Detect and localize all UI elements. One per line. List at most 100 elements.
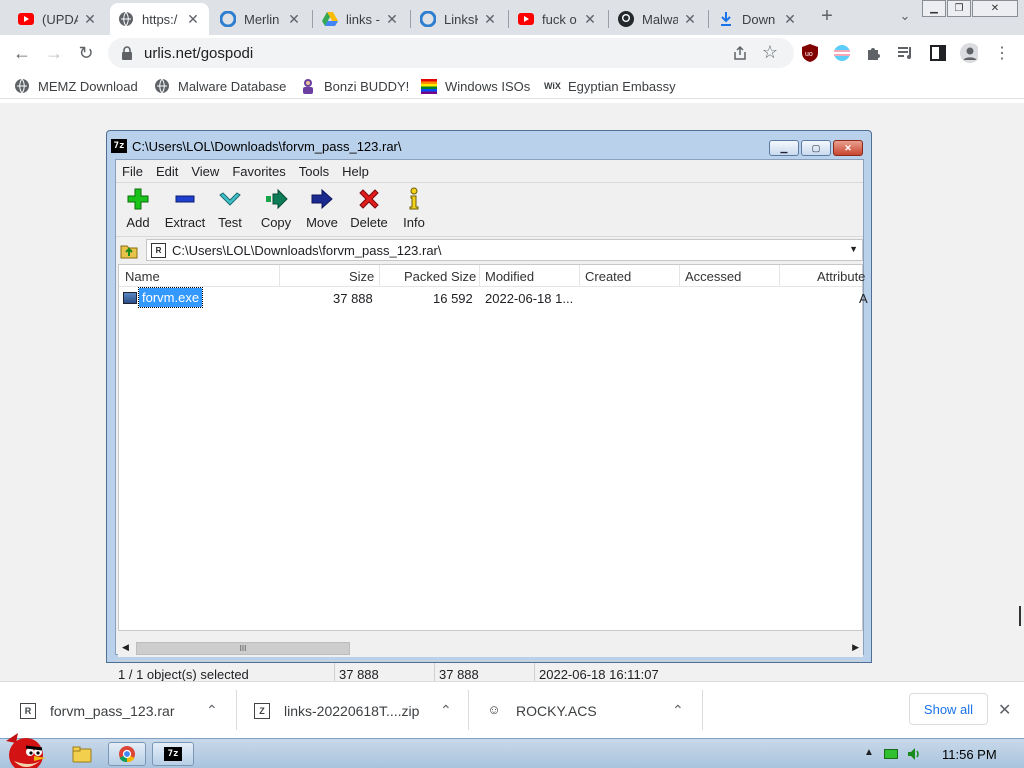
- column-header-attributes[interactable]: Attribute: [817, 269, 865, 284]
- tab-youtube-update[interactable]: (UPDA ✕: [10, 3, 106, 35]
- menu-kebab-icon[interactable]: ⋮: [993, 44, 1011, 62]
- close-downloads-icon[interactable]: ✕: [998, 700, 1011, 720]
- volume-icon[interactable]: [906, 746, 922, 762]
- globe-icon: [15, 78, 29, 94]
- chevron-up-icon[interactable]: ⌃: [440, 682, 452, 739]
- ublock-icon[interactable]: uo: [801, 44, 819, 62]
- sevenzip-taskbar-button[interactable]: 7z: [152, 742, 194, 766]
- close-icon[interactable]: ✕: [582, 11, 598, 28]
- close-window-button[interactable]: ✕: [972, 0, 1018, 17]
- download-icon: [718, 11, 734, 27]
- close-icon[interactable]: ✕: [482, 11, 498, 28]
- download-item-zip[interactable]: Z links-20220618T....zip: [254, 682, 419, 739]
- battery-icon[interactable]: [884, 749, 898, 759]
- taskbar-clock[interactable]: 11:56 PM: [942, 747, 997, 762]
- column-header-name[interactable]: Name: [125, 269, 160, 284]
- file-packed-size: 16 592: [433, 291, 473, 306]
- menu-edit[interactable]: Edit: [156, 164, 178, 179]
- rainbow-flag-icon: [421, 79, 437, 94]
- test-button[interactable]: Test: [208, 187, 252, 230]
- horizontal-scrollbar[interactable]: ◀ III ▶: [118, 640, 863, 657]
- tab-downloads[interactable]: Down ✕: [710, 3, 806, 35]
- folder-icon[interactable]: [72, 745, 92, 763]
- forward-arrow-icon[interactable]: →: [42, 41, 66, 65]
- reload-icon[interactable]: ↻: [74, 41, 98, 65]
- path-combobox[interactable]: R C:\Users\LOL\Downloads\forvm_pass_123.…: [146, 239, 863, 261]
- add-button[interactable]: Add: [116, 187, 160, 230]
- move-button[interactable]: Move: [300, 187, 344, 230]
- tab-search-chevron-icon[interactable]: ⌄: [896, 8, 914, 26]
- extract-button[interactable]: Extract: [160, 187, 210, 230]
- file-name-cell[interactable]: forvm.exe: [123, 287, 204, 308]
- share-icon[interactable]: [732, 45, 748, 61]
- tab-merlin[interactable]: Merlin ✕: [212, 3, 310, 35]
- tab-title: (UPDA: [42, 11, 78, 27]
- bookmark-star-icon[interactable]: ☆: [762, 43, 778, 61]
- folder-up-icon[interactable]: [120, 241, 138, 259]
- chevron-up-icon[interactable]: ⌃: [672, 682, 684, 739]
- address-bar[interactable]: urlis.net/gospodi ☆: [108, 38, 794, 68]
- tab-urlis[interactable]: https:/ ✕: [110, 3, 209, 35]
- chrome-taskbar-button[interactable]: [108, 742, 146, 766]
- info-button[interactable]: Info: [392, 187, 436, 230]
- minimize-button[interactable]: ▁: [922, 0, 946, 17]
- maximize-button[interactable]: ▢: [801, 140, 831, 156]
- scroll-left-arrow-icon[interactable]: ◀: [122, 642, 129, 653]
- menu-file[interactable]: File: [122, 164, 143, 179]
- bookmark-egyptian-embassy[interactable]: WiX Egyptian Embassy: [544, 77, 676, 95]
- tab-links-drive[interactable]: links - ✕: [314, 3, 408, 35]
- close-icon[interactable]: ✕: [185, 11, 201, 28]
- bookmark-malware-database[interactable]: Malware Database: [154, 77, 286, 95]
- dropdown-arrow-icon[interactable]: ▼: [849, 244, 858, 254]
- tab-strip: (UPDA ✕ https:/ ✕ Merlin ✕ links - ✕ Lin…: [0, 0, 1024, 35]
- zip-file-icon: Z: [254, 702, 270, 719]
- trans-flag-icon[interactable]: [833, 44, 851, 62]
- tab-youtube[interactable]: fuck o ✕: [510, 3, 606, 35]
- menu-favorites[interactable]: Favorites: [232, 164, 285, 179]
- column-header-accessed[interactable]: Accessed: [685, 269, 741, 284]
- minimize-button[interactable]: ▁: [769, 140, 799, 156]
- menu-help[interactable]: Help: [342, 164, 369, 179]
- close-icon[interactable]: ✕: [384, 11, 400, 28]
- tray-expand-icon[interactable]: ▲: [864, 747, 874, 758]
- menu-tools[interactable]: Tools: [299, 164, 329, 179]
- tab-github-malware[interactable]: Malwa ✕: [610, 3, 706, 35]
- move-arrow-icon: [311, 188, 333, 210]
- delete-button[interactable]: Delete: [346, 187, 392, 230]
- column-header-packed-size[interactable]: Packed Size: [404, 269, 476, 284]
- copy-button[interactable]: Copy: [254, 187, 298, 230]
- new-tab-button[interactable]: +: [816, 6, 838, 28]
- scroll-thumb[interactable]: III: [136, 642, 350, 655]
- close-icon[interactable]: ✕: [286, 11, 302, 28]
- bookmark-memz[interactable]: MEMZ Download: [14, 77, 138, 95]
- profile-avatar-icon[interactable]: [960, 43, 978, 63]
- tab-linksk[interactable]: LinksK ✕: [412, 3, 506, 35]
- back-arrow-icon[interactable]: ←: [10, 41, 34, 65]
- bookmark-bonzi-buddy[interactable]: Bonzi BUDDY!: [300, 77, 409, 95]
- table-row[interactable]: forvm.exe 37 888 16 592 2022-06-18 1... …: [119, 287, 868, 309]
- chevron-up-icon[interactable]: ⌃: [206, 682, 218, 739]
- menu-view[interactable]: View: [191, 164, 219, 179]
- angry-bird-start-icon[interactable]: [0, 731, 54, 768]
- close-button[interactable]: ✕: [833, 140, 863, 156]
- bookmark-label: Windows ISOs: [445, 78, 531, 94]
- close-icon[interactable]: ✕: [82, 11, 98, 28]
- column-header-created[interactable]: Created: [585, 269, 631, 284]
- restore-button[interactable]: ❐: [947, 0, 971, 17]
- column-header-size[interactable]: Size: [349, 269, 374, 284]
- media-playlist-icon[interactable]: [897, 44, 915, 62]
- bonzi-icon: [303, 79, 313, 94]
- close-icon[interactable]: ✕: [782, 11, 798, 28]
- show-all-button[interactable]: Show all: [909, 693, 988, 725]
- google-drive-icon: [322, 11, 338, 27]
- sevenzip-client: File Edit View Favorites Tools Help Add …: [115, 159, 868, 684]
- bookmark-windows-isos[interactable]: Windows ISOs: [421, 77, 530, 95]
- side-panel-icon[interactable]: [929, 44, 947, 62]
- scroll-right-arrow-icon[interactable]: ▶: [852, 642, 859, 653]
- column-header-modified[interactable]: Modified: [485, 269, 534, 284]
- puzzle-extensions-icon[interactable]: [865, 44, 883, 62]
- download-item-acs[interactable]: ☺ ROCKY.ACS: [486, 682, 596, 739]
- menu-bar: File Edit View Favorites Tools Help: [116, 160, 863, 182]
- close-icon[interactable]: ✕: [682, 11, 698, 28]
- youtube-icon: [18, 11, 34, 27]
